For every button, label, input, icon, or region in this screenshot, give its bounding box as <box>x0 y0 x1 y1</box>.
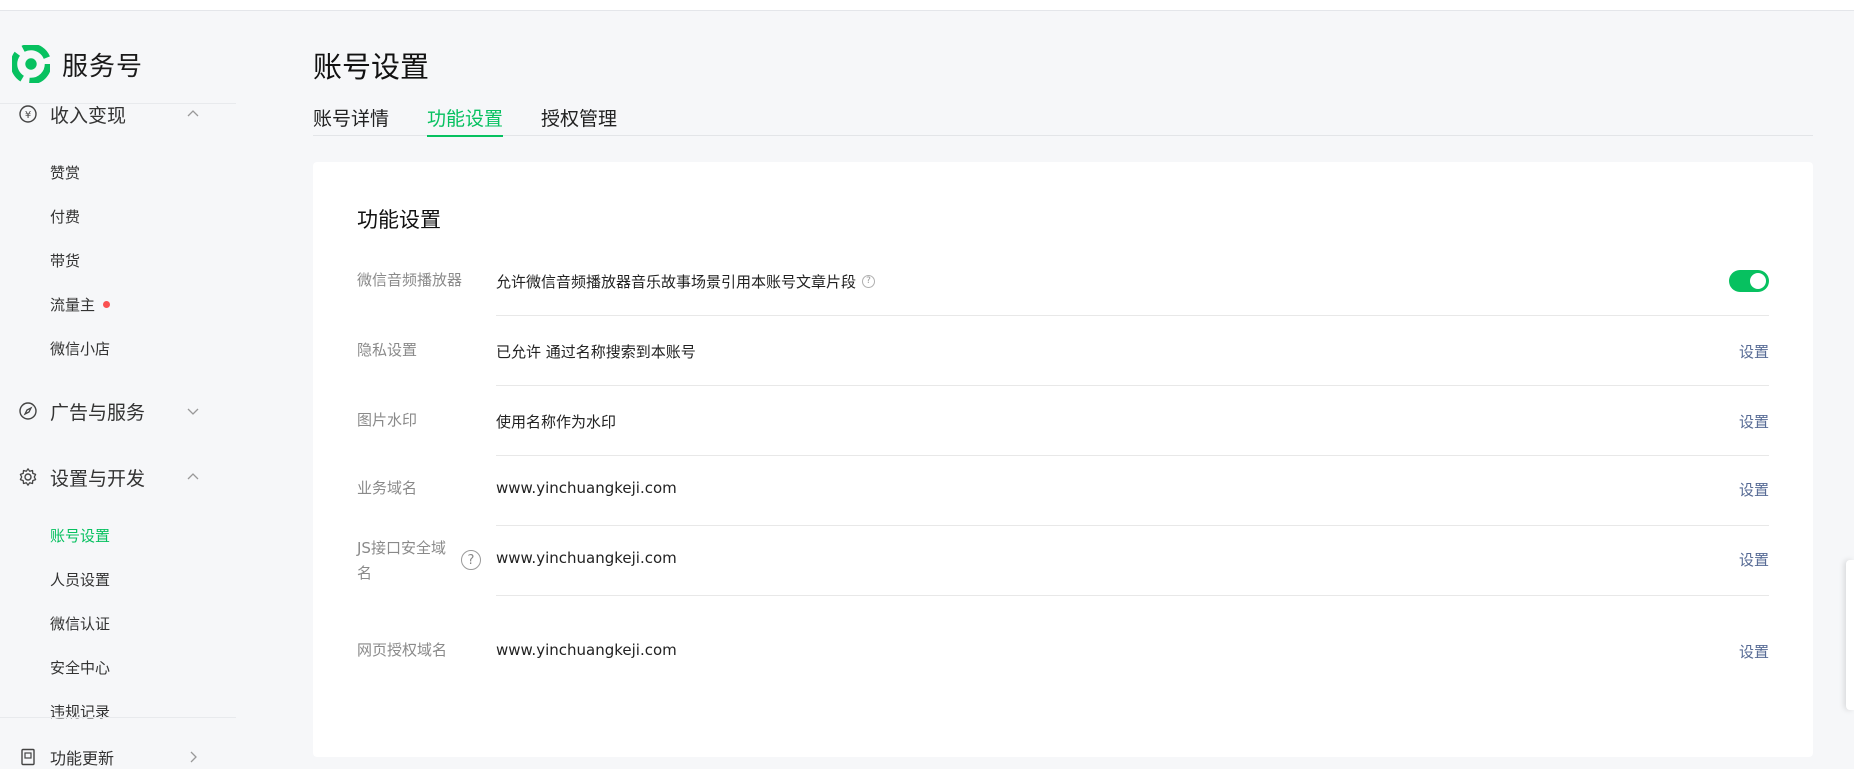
chevron-down-icon <box>187 408 199 415</box>
privacy-settings-link[interactable]: 设置 <box>1739 341 1769 362</box>
settings-row-audio-player: 微信音频播放器 允许微信音频播放器音乐故事场景引用本账号文章片段 ? <box>357 246 1769 316</box>
row-value: www.yinchuangkeji.com <box>496 549 677 567</box>
svg-text:¥: ¥ <box>25 110 31 121</box>
top-bar <box>0 0 1854 11</box>
help-icon[interactable]: ? <box>862 275 876 288</box>
audio-player-toggle[interactable] <box>1729 270 1769 292</box>
tab-authorization[interactable]: 授权管理 <box>541 104 617 136</box>
floating-panel-edge[interactable] <box>1846 560 1854 710</box>
sidebar-divider <box>0 717 236 718</box>
sidebar-group-label: 设置与开发 <box>50 467 146 490</box>
notebook-icon <box>21 748 35 766</box>
gear-icon <box>19 468 37 486</box>
sidebar-item-account-settings[interactable]: 账号设置 <box>50 525 110 546</box>
page-title: 账号设置 <box>313 50 430 84</box>
sidebar-item-label: 流量主 <box>50 296 96 314</box>
row-label: 隐私设置 <box>357 341 418 359</box>
row-label: 业务域名 <box>357 479 418 497</box>
sidebar-group-ads[interactable]: 广告与服务 <box>0 396 238 426</box>
feature-settings-card: 功能设置 微信音频播放器 允许微信音频播放器音乐故事场景引用本账号文章片段 ? … <box>313 162 1813 757</box>
row-label: 微信音频播放器 <box>357 271 463 289</box>
settings-row-oauth-domain: 网页授权域名 www.yinchuangkeji.com 设置 <box>357 596 1769 666</box>
tab-account-details[interactable]: 账号详情 <box>313 104 389 136</box>
settings-row-js-domain: JS接口安全域名 ? www.yinchuangkeji.com 设置 <box>357 526 1769 596</box>
watermark-settings-link[interactable]: 设置 <box>1739 411 1769 432</box>
oauth-domain-settings-link[interactable]: 设置 <box>1739 641 1769 662</box>
row-value: www.yinchuangkeji.com <box>496 641 677 659</box>
sidebar-item-wechat-verify[interactable]: 微信认证 <box>50 613 110 634</box>
sidebar-item-payment[interactable]: 付费 <box>50 206 80 227</box>
tab-bar: 账号详情 功能设置 授权管理 <box>313 104 1813 137</box>
sidebar-group-label: 广告与服务 <box>50 401 146 424</box>
yen-circle-icon: ¥ <box>19 105 37 123</box>
brand-logo-icon <box>12 45 50 83</box>
sidebar-item-security-center[interactable]: 安全中心 <box>50 657 110 678</box>
chevron-up-icon <box>187 473 199 480</box>
compass-icon <box>19 402 37 420</box>
sidebar-group-label: 功能更新 <box>50 749 115 768</box>
help-icon[interactable]: ? <box>461 550 481 570</box>
row-label: 图片水印 <box>357 411 418 429</box>
row-value-text: 允许微信音频播放器音乐故事场景引用本账号文章片段 <box>496 273 857 291</box>
brand-name: 服务号 <box>62 51 144 82</box>
row-value: 使用名称作为水印 <box>496 413 617 431</box>
business-domain-settings-link[interactable]: 设置 <box>1739 479 1769 500</box>
brand[interactable]: 服务号 <box>12 45 143 83</box>
row-value: 允许微信音频播放器音乐故事场景引用本账号文章片段 ? <box>496 271 876 292</box>
row-value: www.yinchuangkeji.com <box>496 479 677 497</box>
sidebar-item-violation-records[interactable]: 违规记录 <box>50 701 110 722</box>
sidebar-group-income[interactable]: ¥ 收入变现 <box>0 99 238 129</box>
row-label: 网页授权域名 <box>357 641 448 659</box>
sidebar-item-reward[interactable]: 赞赏 <box>50 162 80 183</box>
row-label: JS接口安全域名 <box>357 539 446 582</box>
sidebar-item-ad-host[interactable]: 流量主 <box>50 294 111 315</box>
js-domain-settings-link[interactable]: 设置 <box>1739 549 1769 570</box>
notification-dot <box>103 301 111 308</box>
card-title: 功能设置 <box>357 208 441 232</box>
chevron-right-icon <box>190 751 197 763</box>
settings-row-business-domain: 业务域名 www.yinchuangkeji.com 设置 <box>357 456 1769 526</box>
tab-feature-settings[interactable]: 功能设置 <box>427 104 504 137</box>
sidebar-item-wechat-store[interactable]: 微信小店 <box>50 338 110 359</box>
sidebar-item-member-settings[interactable]: 人员设置 <box>50 569 110 590</box>
sidebar-group-label: 收入变现 <box>50 104 127 127</box>
sidebar: 服务号 ¥ 收入变现 赞赏 付费 带货 流量主 微信小店 广告与服务 设置与开发 <box>0 11 238 769</box>
sidebar-group-settings[interactable]: 设置与开发 <box>0 462 238 492</box>
settings-row-privacy: 隐私设置 已允许 通过名称搜索到本账号 设置 <box>357 316 1769 386</box>
sidebar-item-goods[interactable]: 带货 <box>50 250 80 271</box>
sidebar-group-updates[interactable]: 功能更新 <box>0 742 238 769</box>
chevron-up-icon <box>187 110 199 117</box>
settings-row-watermark: 图片水印 使用名称作为水印 设置 <box>357 386 1769 456</box>
row-value: 已允许 通过名称搜索到本账号 <box>496 343 696 361</box>
